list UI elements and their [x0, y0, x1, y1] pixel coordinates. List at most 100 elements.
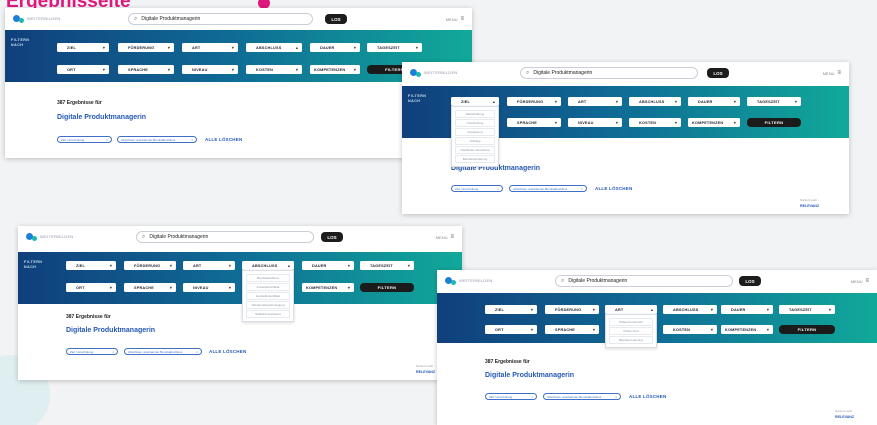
close-icon[interactable]: × [615, 395, 617, 399]
search-input[interactable]: ⌕ Digitale Produktmanagerin [136, 231, 314, 243]
dropdown-option[interactable]: Anpassung [455, 128, 495, 136]
dropdown-option[interactable]: Umschulung [455, 119, 495, 127]
active-filter-chip[interactable]: Ziel: Umschulung × [57, 136, 112, 143]
dropdown-option[interactable]: Nachholen Abschluss [455, 146, 495, 154]
search-submit-button[interactable]: LOS [707, 68, 729, 78]
filter-submit-button[interactable]: FILTERN [360, 283, 414, 292]
filter-sprache[interactable]: SPRACHE ▾ [545, 325, 599, 334]
active-filter-chip[interactable]: Abschluss: anerkannter Berufsabschluss × [509, 185, 587, 192]
dropdown-option[interactable]: Präsenzunterricht [609, 318, 653, 326]
logo[interactable]: WEITERBILDEN [26, 232, 74, 241]
filter-kosten[interactable]: KOSTEN ▾ [246, 65, 302, 74]
menu-button[interactable]: MENU ≡ [823, 70, 841, 76]
filter-ort[interactable]: ORT ▾ [66, 283, 116, 292]
filter-tageszeit[interactable]: TAGESZEIT ▾ [367, 43, 422, 52]
clear-all-link[interactable]: ALLE LÖSCHEN [629, 394, 666, 399]
filter-kosten[interactable]: KOSTEN ▾ [663, 325, 717, 334]
search-input[interactable]: ⌕ Digitale Produktmanagerin [128, 13, 313, 25]
filter-art[interactable]: ART ▴ [605, 305, 657, 314]
filter-dauer[interactable]: DAUER ▾ [310, 43, 360, 52]
filter-sprache[interactable]: SPRACHE ▾ [124, 283, 176, 292]
filter-kosten[interactable]: KOSTEN ▾ [629, 118, 681, 127]
clear-all-link[interactable]: ALLE LÖSCHEN [209, 349, 246, 354]
search-input[interactable]: ⌕ Digitale Produktmanagerin [520, 67, 698, 79]
close-icon[interactable]: × [191, 138, 193, 142]
clear-all-link[interactable]: ALLE LÖSCHEN [595, 186, 632, 191]
filter-ort[interactable]: ORT ▾ [485, 325, 537, 334]
filter-foerderung[interactable]: FÖRDERUNG ▾ [124, 261, 176, 270]
active-filter-chip[interactable]: Abschluss: anerkannter Berufsabschluss × [117, 136, 197, 143]
search-submit-button[interactable]: LOS [321, 232, 343, 242]
dropdown-option[interactable]: Berufsorientierung [455, 155, 495, 163]
filter-abschluss[interactable]: ABSCHLUSS ▾ [629, 97, 681, 106]
dropdown-option[interactable]: Industriezertifikat [246, 283, 290, 291]
filter-foerderung[interactable]: FÖRDERUNG ▾ [118, 43, 174, 52]
chevron-down-icon: ▾ [828, 308, 831, 312]
active-filter-chip[interactable]: Abschluss: anerkannter Berufsabschluss × [543, 393, 621, 400]
sort-select[interactable]: RELEVANZ [835, 415, 854, 419]
menu-button[interactable]: MENU ≡ [436, 234, 454, 240]
sort-select[interactable]: RELEVANZ [416, 370, 435, 374]
filter-foerderung[interactable]: FÖRDERUNG ▾ [545, 305, 599, 314]
filter-tageszeit[interactable]: TAGESZEIT ▾ [360, 261, 414, 270]
dropdown-option[interactable]: Online Kurs [609, 327, 653, 335]
close-icon[interactable]: × [497, 187, 499, 191]
filter-kompetenzen[interactable]: KOMPETENZEN ▾ [310, 65, 360, 74]
filter-submit-button[interactable]: FILTERN [747, 118, 801, 127]
dropdown-option[interactable]: Teilnahmebescheinigung [246, 301, 290, 309]
filter-art[interactable]: ART ▾ [182, 43, 238, 52]
filter-submit-button[interactable]: FILTERN [779, 325, 835, 334]
logo[interactable]: WEITERBILDEN [13, 14, 61, 23]
filter-kompetenzen[interactable]: KOMPETENZEN ▾ [721, 325, 773, 334]
filter-niveau[interactable]: NIVEAU ▾ [568, 118, 622, 127]
filter-ziel[interactable]: ZIEL ▾ [485, 305, 537, 314]
clear-all-link[interactable]: ALLE LÖSCHEN [205, 137, 242, 142]
menu-button[interactable]: MENU ≡ [446, 16, 464, 22]
filter-foerderung[interactable]: FÖRDERUNG ▾ [507, 97, 561, 106]
close-icon[interactable]: × [531, 395, 533, 399]
filter-abschluss[interactable]: ABSCHLUSS ▴ [246, 43, 302, 52]
filter-abschluss[interactable]: ABSCHLUSS ▾ [663, 305, 717, 314]
filter-kompetenzen[interactable]: KOMPETENZEN ▾ [302, 283, 354, 292]
filter-niveau[interactable]: NIVEAU ▾ [183, 283, 235, 292]
close-icon[interactable]: × [106, 138, 108, 142]
close-icon[interactable]: × [581, 187, 583, 191]
search-submit-button[interactable]: LOS [739, 276, 761, 286]
close-icon[interactable]: × [112, 350, 114, 354]
filter-sprache[interactable]: SPRACHE ▾ [507, 118, 561, 127]
active-filter-chip[interactable]: Abschluss: anerkannter Berufsabschluss × [124, 348, 202, 355]
dropdown-option[interactable]: Staatlich anerkannt [246, 310, 290, 318]
active-filter-chip[interactable]: Ziel: Umschulung × [451, 185, 503, 192]
filter-dauer[interactable]: DAUER ▾ [688, 97, 740, 106]
dropdown-option[interactable]: Blended Learning [609, 336, 653, 344]
filter-kompetenzen[interactable]: KOMPETENZEN ▾ [688, 118, 740, 127]
logo[interactable]: WEITERBILDEN [410, 68, 458, 77]
dropdown-option[interactable]: Aufstieg [455, 137, 495, 145]
filter-ziel[interactable]: ZIEL ▴ [451, 97, 499, 106]
chip-label: Ziel: Umschulung [61, 137, 85, 142]
dropdown-option[interactable]: Berufsabschluss [246, 274, 290, 282]
filter-abschluss[interactable]: ABSCHLUSS ▴ [242, 261, 294, 270]
dropdown-option[interactable]: Weiterbildung [455, 110, 495, 118]
filter-dauer[interactable]: DAUER ▾ [302, 261, 354, 270]
filter-niveau[interactable]: NIVEAU ▾ [182, 65, 238, 74]
active-filter-chip[interactable]: Ziel: Umschulung × [485, 393, 537, 400]
filter-ziel[interactable]: ZIEL ▾ [66, 261, 116, 270]
menu-button[interactable]: MENU ≡ [851, 278, 869, 284]
filter-sprache[interactable]: SPRACHE ▾ [118, 65, 174, 74]
search-submit-button[interactable]: LOS [325, 14, 347, 24]
topbar: WEITERBILDEN ⌕ Digitale Produktmanagerin … [402, 62, 849, 84]
filter-ziel[interactable]: ZIEL ▾ [57, 43, 109, 52]
search-input[interactable]: ⌕ Digitale Produktmanagerin [555, 275, 733, 287]
dropdown-option[interactable]: Herstellerzertifikat [246, 292, 290, 300]
filter-dauer[interactable]: DAUER ▾ [721, 305, 773, 314]
close-icon[interactable]: × [196, 350, 198, 354]
filter-tageszeit[interactable]: TAGESZEIT ▾ [747, 97, 801, 106]
filter-art[interactable]: ART ▾ [183, 261, 235, 270]
active-filter-chip[interactable]: Ziel: Umschulung × [66, 348, 118, 355]
filter-ort[interactable]: ORT ▾ [57, 65, 109, 74]
filter-tageszeit[interactable]: TAGESZEIT ▾ [779, 305, 835, 314]
logo[interactable]: WEITERBILDEN [445, 276, 493, 285]
filter-art[interactable]: ART ▾ [568, 97, 622, 106]
sort-select[interactable]: RELEVANZ [800, 204, 819, 208]
